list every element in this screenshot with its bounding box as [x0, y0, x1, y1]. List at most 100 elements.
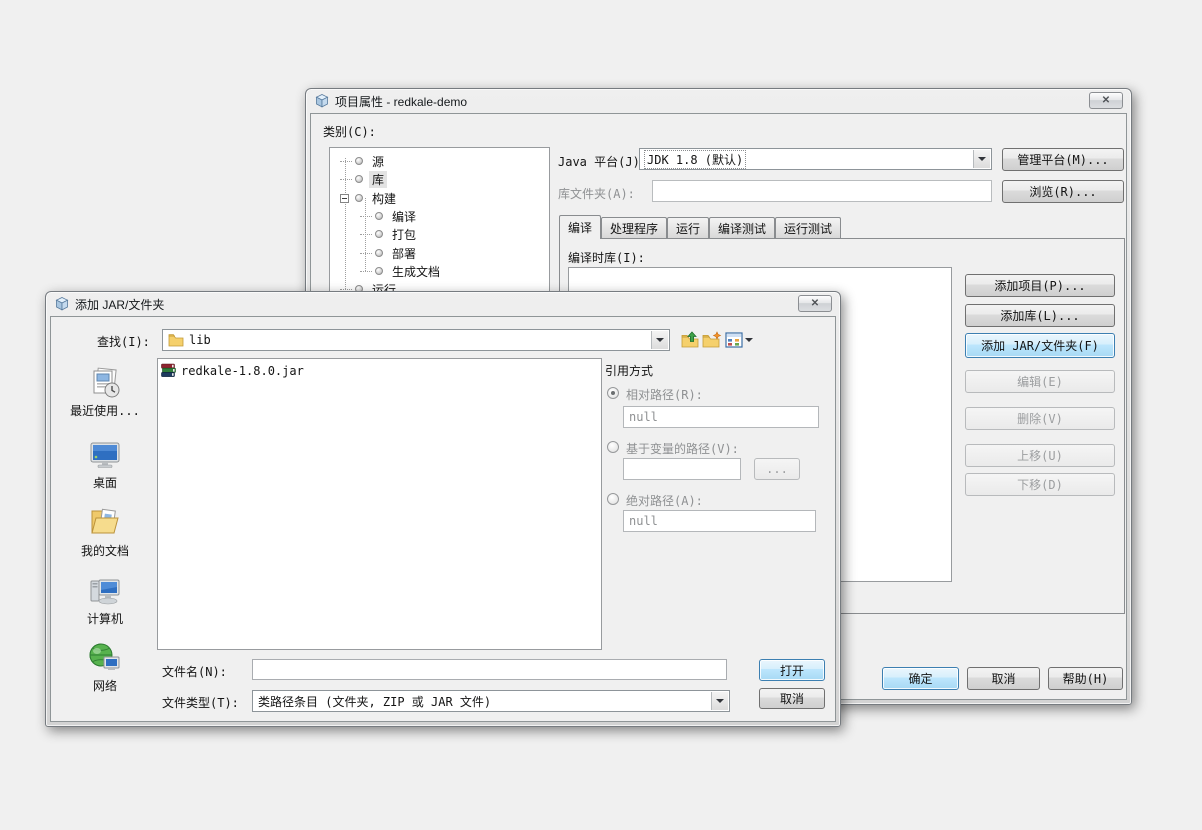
tree-item-documenting[interactable]: 生成文档 — [360, 262, 443, 280]
file-item-redkale-jar[interactable]: redkale-1.8.0.jar — [161, 363, 304, 378]
java-platform-label: Java 平台(J): — [558, 153, 647, 170]
add-project-button[interactable]: 添加项目(P)... — [965, 274, 1115, 297]
tree-node-icon — [375, 212, 383, 220]
add-jar-folder-dialog: 添加 JAR/文件夹 ✕ 查找(I): lib — [45, 291, 841, 727]
tree-node-icon — [355, 175, 363, 183]
ok-button[interactable]: 确定 — [882, 667, 959, 690]
tree-node-icon — [375, 230, 383, 238]
help-button[interactable]: 帮助(H) — [1048, 667, 1123, 690]
add-jar-folder-titlebar[interactable]: 添加 JAR/文件夹 — [46, 292, 840, 316]
place-network[interactable]: 网络 — [57, 642, 153, 694]
variable-path-browse-button[interactable]: ... — [754, 458, 800, 480]
look-in-label: 查找(I): — [97, 333, 150, 350]
place-computer[interactable]: 计算机 — [57, 575, 153, 627]
place-label: 计算机 — [87, 610, 123, 627]
relative-path-label: 相对路径(R): — [626, 386, 703, 403]
absolute-path-radio[interactable] — [607, 493, 619, 505]
netbeans-cube-icon — [55, 297, 69, 311]
add-jar-folder-button[interactable]: 添加 JAR/文件夹(F) — [965, 333, 1115, 358]
tree-connector — [360, 216, 372, 217]
up-one-level-icon[interactable] — [680, 330, 700, 350]
place-recent-items[interactable]: 最近使用... — [57, 365, 153, 419]
folder-icon — [168, 333, 184, 347]
place-desktop[interactable]: 桌面 — [57, 439, 153, 491]
cancel-button[interactable]: 取消 — [967, 667, 1040, 690]
tree-item-build[interactable]: 构建 — [340, 189, 399, 207]
file-name-label: 文件名(N): — [162, 663, 227, 680]
tree-item-libraries[interactable]: 库 — [340, 170, 387, 188]
chevron-down-icon[interactable] — [973, 150, 990, 168]
absolute-path-field[interactable]: null — [623, 510, 816, 532]
variable-path-label: 基于变量的路径(V): — [626, 440, 739, 457]
tree-connector — [340, 289, 352, 290]
tree-connector — [360, 234, 372, 235]
desktop: { "glyphs": { "close": "✕" }, "props": {… — [0, 0, 1202, 830]
tree-node-icon — [375, 267, 383, 275]
remove-button[interactable]: 删除(V) — [965, 407, 1115, 430]
place-label: 桌面 — [93, 474, 117, 491]
libraries-folder-field[interactable] — [652, 180, 992, 202]
tab-run-tests[interactable]: 运行测试 — [775, 217, 841, 238]
view-menu-icon[interactable] — [724, 330, 744, 350]
add-library-button[interactable]: 添加库(L)... — [965, 304, 1115, 327]
tab-processors[interactable]: 处理程序 — [601, 217, 667, 238]
close-icon[interactable]: ✕ — [1089, 92, 1123, 109]
variable-path-radio[interactable] — [607, 441, 619, 453]
tree-item-packaging[interactable]: 打包 — [360, 225, 419, 243]
compile-libs-label: 编译时库(I): — [568, 249, 645, 266]
my-documents-icon — [88, 505, 122, 539]
java-platform-value: JDK 1.8 (默认) — [645, 151, 745, 168]
open-button[interactable]: 打开 — [759, 659, 825, 681]
chevron-down-icon[interactable] — [745, 338, 753, 342]
computer-icon — [88, 575, 122, 607]
tree-node-icon — [375, 249, 383, 257]
tree-connector — [340, 179, 352, 180]
manage-platforms-button[interactable]: 管理平台(M)... — [1002, 148, 1124, 171]
file-type-value: 类路径条目 (文件夹, ZIP 或 JAR 文件) — [258, 693, 491, 710]
tree-item-compile[interactable]: 编译 — [360, 207, 419, 225]
cancel-button[interactable]: 取消 — [759, 688, 825, 709]
chevron-down-icon[interactable] — [711, 692, 728, 710]
tree-node-icon — [355, 157, 363, 165]
relative-path-radio[interactable] — [607, 387, 619, 399]
tree-node-icon — [355, 194, 363, 202]
jar-file-icon — [161, 363, 176, 378]
libraries-folder-label: 库文件夹(A): — [558, 185, 635, 202]
new-folder-icon[interactable] — [702, 330, 722, 350]
categories-label: 类别(C): — [323, 123, 376, 140]
chevron-down-icon[interactable] — [651, 331, 668, 349]
file-list[interactable]: redkale-1.8.0.jar — [157, 358, 602, 650]
collapse-icon[interactable] — [340, 194, 349, 203]
file-type-label: 文件类型(T): — [162, 694, 239, 711]
tree-connector — [360, 253, 372, 254]
project-properties-title: 项目属性 - redkale-demo — [335, 93, 467, 110]
edit-button[interactable]: 编辑(E) — [965, 370, 1115, 393]
move-down-button[interactable]: 下移(D) — [965, 473, 1115, 496]
variable-path-field[interactable] — [623, 458, 741, 480]
recent-items-icon — [88, 365, 122, 399]
look-in-select[interactable]: lib — [162, 329, 670, 351]
file-name-field[interactable] — [252, 659, 727, 680]
project-properties-titlebar[interactable]: 项目属性 - redkale-demo — [306, 89, 1131, 113]
browse-button[interactable]: 浏览(R)... — [1002, 180, 1124, 203]
tree-item-deploy[interactable]: 部署 — [360, 244, 419, 262]
tree-connector — [360, 271, 372, 272]
file-type-select[interactable]: 类路径条目 (文件夹, ZIP 或 JAR 文件) — [252, 690, 730, 712]
netbeans-cube-icon — [315, 94, 329, 108]
place-label: 我的文档 — [81, 542, 129, 559]
relative-path-field[interactable]: null — [623, 406, 819, 428]
tab-compile[interactable]: 编译 — [559, 215, 601, 239]
absolute-path-label: 绝对路径(A): — [626, 492, 703, 509]
place-my-documents[interactable]: 我的文档 — [57, 505, 153, 559]
close-icon[interactable]: ✕ — [798, 295, 832, 312]
tree-item-sources[interactable]: 源 — [340, 152, 387, 170]
java-platform-select[interactable]: JDK 1.8 (默认) — [639, 148, 992, 170]
move-up-button[interactable]: 上移(U) — [965, 444, 1115, 467]
tab-run[interactable]: 运行 — [667, 217, 709, 238]
file-name: redkale-1.8.0.jar — [181, 364, 304, 378]
place-label: 网络 — [93, 677, 117, 694]
tab-compile-tests[interactable]: 编译测试 — [709, 217, 775, 238]
desktop-icon — [88, 439, 122, 471]
add-jar-folder-client: 查找(I): lib — [50, 316, 836, 722]
tree-connector — [340, 161, 352, 162]
